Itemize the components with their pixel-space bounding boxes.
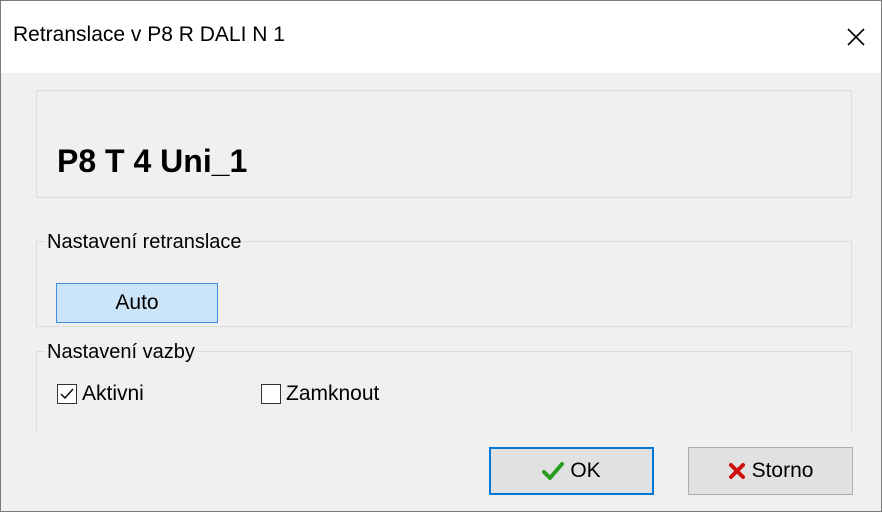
lock-checkbox[interactable]: Zamknout <box>261 382 379 406</box>
title-bar[interactable]: Retranslace v P8 R DALI N 1 <box>1 1 881 73</box>
retranslation-group-label: Nastavení retranslace <box>45 231 244 254</box>
dialog-window: Retranslace v P8 R DALI N 1 P8 T 4 Uni_1… <box>0 0 882 512</box>
ok-button-label: OK <box>570 459 601 482</box>
checkmark-icon <box>542 461 565 481</box>
lock-checkbox-box[interactable] <box>261 384 281 404</box>
device-title: P8 T 4 Uni_1 <box>57 143 248 179</box>
lock-checkbox-label: Zamknout <box>286 382 380 405</box>
active-checkbox[interactable]: Aktivni <box>57 382 144 406</box>
checkmark-small-icon <box>60 388 74 400</box>
active-checkbox-label: Aktivni <box>82 382 144 405</box>
close-icon <box>847 28 865 46</box>
cancel-button[interactable]: Storno <box>688 447 853 495</box>
binding-group-label: Nastavení vazby <box>45 341 197 364</box>
close-button[interactable] <box>831 1 881 73</box>
retranslation-mode-button[interactable]: Auto <box>56 283 218 323</box>
ok-button[interactable]: OK <box>489 447 654 495</box>
active-checkbox-box[interactable] <box>57 384 77 404</box>
window-title: Retranslace v P8 R DALI N 1 <box>13 23 285 46</box>
cancel-button-label: Storno <box>751 459 814 482</box>
x-icon <box>728 462 746 480</box>
header-panel: P8 T 4 Uni_1 <box>36 90 852 198</box>
